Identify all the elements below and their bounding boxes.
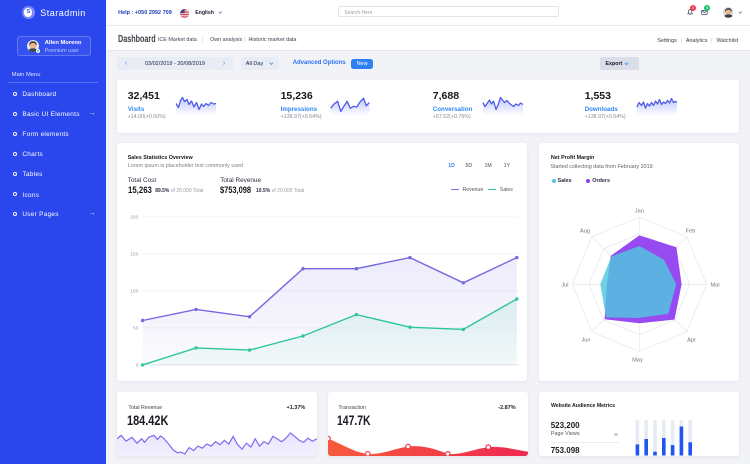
svg-text:0: 0 [136, 363, 139, 369]
svg-text:Mar: Mar [711, 282, 721, 288]
svg-text:200: 200 [130, 215, 138, 221]
svg-text:Jul: Jul [561, 282, 568, 288]
svg-text:50: 50 [133, 326, 139, 332]
svg-text:100: 100 [130, 289, 138, 295]
svg-text:Jan: Jan [635, 209, 644, 215]
svg-text:Apr: Apr [687, 338, 696, 344]
svg-text:Feb: Feb [686, 229, 696, 235]
svg-text:150: 150 [130, 252, 138, 258]
svg-text:Jun: Jun [581, 338, 590, 344]
svg-text:Aug: Aug [580, 229, 590, 235]
svg-text:May: May [632, 358, 643, 364]
